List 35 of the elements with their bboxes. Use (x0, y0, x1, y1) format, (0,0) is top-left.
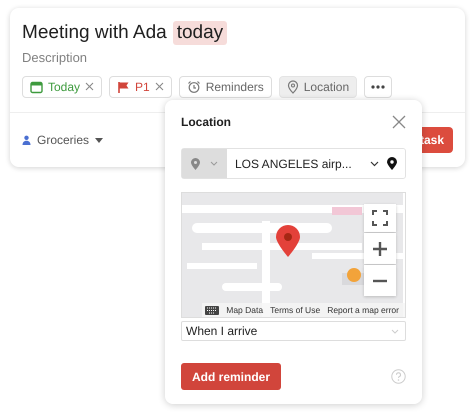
description-field[interactable]: Description (22, 50, 88, 65)
person-icon (22, 135, 31, 145)
plus-icon (372, 240, 388, 256)
task-title: Meeting with Ada (22, 22, 167, 44)
map-link[interactable]: Terms of Use (270, 305, 320, 315)
map-link[interactable]: Map Data (226, 305, 264, 315)
chip[interactable]: Reminders (178, 76, 272, 98)
fullscreen-button[interactable] (364, 204, 396, 232)
map-pin-icon (276, 225, 300, 257)
zoom-in-button[interactable] (364, 233, 396, 264)
trigger-dropdown[interactable]: When I arrive (181, 321, 406, 341)
caret-icon (95, 138, 104, 142)
alarm-clock-icon (186, 80, 201, 94)
flag-icon (117, 80, 130, 94)
close-button[interactable] (392, 115, 406, 129)
calendar-icon (30, 80, 43, 94)
add-reminder-button[interactable]: Add reminder (181, 363, 282, 390)
chip[interactable]: Location (278, 76, 358, 98)
keyboard-icon[interactable] (205, 306, 220, 314)
popover-title: Location (181, 115, 231, 129)
map-link[interactable]: Report a map error (327, 305, 399, 315)
pin-icon (286, 80, 299, 94)
chevron-down-icon (391, 328, 399, 334)
close-icon (392, 115, 406, 129)
date-highlight: today (172, 21, 228, 45)
project-selector[interactable]: Groceries (22, 133, 104, 147)
minus-icon (372, 278, 388, 282)
more-icon (371, 85, 386, 89)
chip[interactable]: Today (22, 76, 102, 98)
chip[interactable]: P1 (109, 76, 172, 98)
remove-icon[interactable] (154, 82, 164, 91)
more-button[interactable] (364, 76, 392, 98)
remove-icon[interactable] (85, 82, 94, 91)
zoom-out-button[interactable] (364, 265, 396, 296)
fullscreen-icon (372, 210, 388, 226)
